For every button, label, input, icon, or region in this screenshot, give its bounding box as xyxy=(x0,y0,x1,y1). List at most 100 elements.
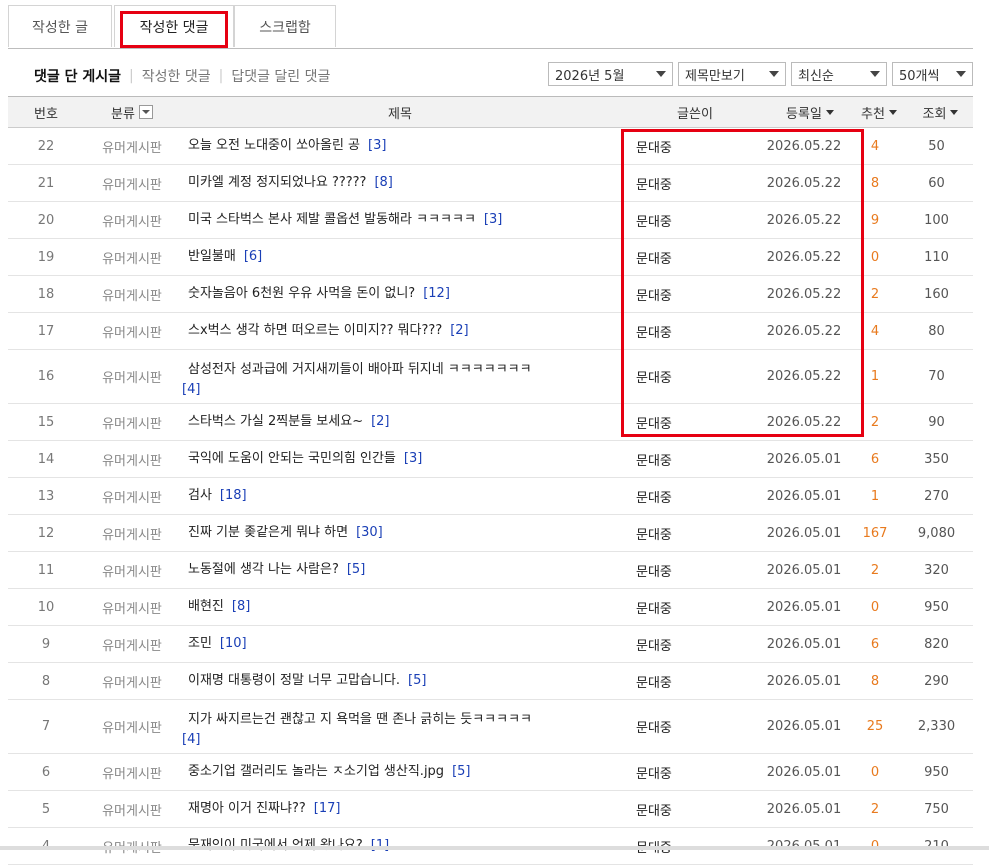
row-title-link[interactable]: 조민 [10] xyxy=(180,631,247,657)
row-author[interactable]: 문대중 xyxy=(636,552,736,588)
row-title-link[interactable]: 숫자놀음아 6천원 우유 사먹을 돈이 없니? [12] xyxy=(180,281,450,307)
comment-count[interactable]: [3] xyxy=(368,138,386,153)
comment-count[interactable]: [8] xyxy=(374,175,392,190)
comment-count[interactable]: [8] xyxy=(232,599,250,614)
month-select[interactable]: 2026년 5월 xyxy=(548,62,673,86)
row-title-link[interactable]: 스x벅스 생각 하면 떠오르는 이미지?? 뭐다??? [2] xyxy=(180,318,469,344)
row-category[interactable]: 유머게시판 xyxy=(84,276,180,312)
col-views[interactable]: 조회 xyxy=(908,97,973,127)
row-category[interactable]: 유머게시판 xyxy=(84,663,180,699)
row-author[interactable]: 문대중 xyxy=(636,276,736,312)
row-title-link[interactable]: 오늘 오전 노대중이 쏘아올린 공 [3] xyxy=(180,133,386,159)
comment-count[interactable]: [5] xyxy=(452,764,470,779)
row-category[interactable]: 유머게시판 xyxy=(84,754,180,790)
row-author[interactable]: 문대중 xyxy=(636,202,736,238)
row-title-link[interactable]: 지가 싸지르는건 괜찮고 지 욕먹을 땐 존나 긁히는 듯ㅋㅋㅋㅋㅋ [4] xyxy=(180,707,532,747)
row-category[interactable]: 유머게시판 xyxy=(84,350,180,403)
row-author[interactable]: 문대중 xyxy=(636,165,736,201)
table-row[interactable]: 15 유머게시판 스타벅스 가실 2찍분들 보세요~ [2] 문대중 2026.05.22… xyxy=(8,404,973,441)
row-title-link[interactable]: 진짜 기분 좆같은게 뭐냐 하면 [30] xyxy=(180,520,383,546)
row-author[interactable]: 문대중 xyxy=(636,515,736,551)
table-row[interactable]: 11 유머게시판 노동절에 생각 나는 사람은? [5] 문대중 2026.05.01 2 3… xyxy=(8,552,973,589)
row-author[interactable]: 문대중 xyxy=(636,313,736,349)
row-title-link[interactable]: 미국 스타벅스 본사 제발 콜옵션 발동해라 ㅋㅋㅋㅋㅋ [3] xyxy=(180,207,502,233)
table-row[interactable]: 12 유머게시판 진짜 기분 좆같은게 뭐냐 하면 [30] 문대중 2026.05.01… xyxy=(8,515,973,552)
table-row[interactable]: 13 유머게시판 검사 [18] 문대중 2026.05.01 1 270 xyxy=(8,478,973,515)
row-title-link[interactable]: 국익에 도움이 안되는 국민의힘 인간들 [3] xyxy=(180,446,422,472)
row-title-link[interactable]: 배현진 [8] xyxy=(180,594,250,620)
row-category[interactable]: 유머게시판 xyxy=(84,791,180,827)
table-row[interactable]: 21 유머게시판 미카엘 계정 정지되었나요 ????? [8] 문대중 2026.05.… xyxy=(8,165,973,202)
table-row[interactable]: 7 유머게시판 지가 싸지르는건 괜찮고 지 욕먹을 땐 존나 긁히는 듯ㅋㅋㅋㅋㅋ… xyxy=(8,700,973,754)
row-category[interactable]: 유머게시판 xyxy=(84,404,180,440)
table-row[interactable]: 19 유머게시판 반일불매 [6] 문대중 2026.05.22 0 110 xyxy=(8,239,973,276)
row-category[interactable]: 유머게시판 xyxy=(84,626,180,662)
row-category[interactable]: 유머게시판 xyxy=(84,478,180,514)
comment-count[interactable]: [10] xyxy=(220,636,247,651)
comment-count[interactable]: [3] xyxy=(404,451,422,466)
table-row[interactable]: 20 유머게시판 미국 스타벅스 본사 제발 콜옵션 발동해라 ㅋㅋㅋㅋㅋ [3] 문대… xyxy=(8,202,973,239)
row-author[interactable]: 문대중 xyxy=(636,350,736,403)
filter-dropdown-icon[interactable] xyxy=(138,105,153,119)
subnav-my-comments[interactable]: 작성한 댓글 xyxy=(142,66,211,86)
row-category[interactable]: 유머게시판 xyxy=(84,515,180,551)
subnav-replied-comments[interactable]: 답댓글 달린 댓글 xyxy=(231,66,330,86)
comment-count[interactable]: [6] xyxy=(244,249,262,264)
table-row[interactable]: 18 유머게시판 숫자놀음아 6천원 우유 사먹을 돈이 없니? [12] 문대중 202… xyxy=(8,276,973,313)
comment-count[interactable]: [5] xyxy=(408,673,426,688)
table-row[interactable]: 9 유머게시판 조민 [10] 문대중 2026.05.01 6 820 xyxy=(8,626,973,663)
comment-count[interactable]: [4] xyxy=(182,732,532,747)
table-row[interactable]: 6 유머게시판 중소기업 갤러리도 놀라는 ㅈ소기업 생산직.jpg [5] 문대중 20… xyxy=(8,754,973,791)
row-author[interactable]: 문대중 xyxy=(636,404,736,440)
comment-count[interactable]: [30] xyxy=(356,525,383,540)
row-title-link[interactable]: 노동절에 생각 나는 사람은? [5] xyxy=(180,557,365,583)
row-author[interactable]: 문대중 xyxy=(636,663,736,699)
comment-count[interactable]: [2] xyxy=(450,323,468,338)
row-author[interactable]: 문대중 xyxy=(636,128,736,164)
sort-select[interactable]: 최신순 xyxy=(791,62,887,86)
row-category[interactable]: 유머게시판 xyxy=(84,700,180,753)
row-category[interactable]: 유머게시판 xyxy=(84,313,180,349)
row-category[interactable]: 유머게시판 xyxy=(84,589,180,625)
row-title-link[interactable]: 반일불매 [6] xyxy=(180,244,262,270)
row-author[interactable]: 문대중 xyxy=(636,791,736,827)
row-author[interactable]: 문대중 xyxy=(636,441,736,477)
row-author[interactable]: 문대중 xyxy=(636,754,736,790)
table-row[interactable]: 14 유머게시판 국익에 도움이 안되는 국민의힘 인간들 [3] 문대중 2026.05… xyxy=(8,441,973,478)
comment-count[interactable]: [17] xyxy=(314,801,341,816)
row-category[interactable]: 유머게시판 xyxy=(84,165,180,201)
row-title-link[interactable]: 스타벅스 가실 2찍분들 보세요~ [2] xyxy=(180,409,390,435)
table-row[interactable]: 8 유머게시판 이재명 대통령이 정말 너무 고맙습니다. [5] 문대중 2026.05… xyxy=(8,663,973,700)
col-recommend[interactable]: 추천 xyxy=(850,97,908,127)
row-category[interactable]: 유머게시판 xyxy=(84,552,180,588)
table-row[interactable]: 22 유머게시판 오늘 오전 노대중이 쏘아올린 공 [3] 문대중 2026.05.22… xyxy=(8,128,973,165)
row-category[interactable]: 유머게시판 xyxy=(84,128,180,164)
comment-count[interactable]: [5] xyxy=(347,562,365,577)
comment-count[interactable]: [4] xyxy=(182,382,532,397)
row-author[interactable]: 문대중 xyxy=(636,700,736,753)
col-date[interactable]: 등록일 xyxy=(770,97,850,127)
table-row[interactable]: 10 유머게시판 배현진 [8] 문대중 2026.05.01 0 950 xyxy=(8,589,973,626)
subnav-commented-posts[interactable]: 댓글 단 게시글 xyxy=(34,66,121,86)
comment-count[interactable]: [3] xyxy=(484,212,502,227)
comment-count[interactable]: [12] xyxy=(423,286,450,301)
row-title-link[interactable]: 검사 [18] xyxy=(180,483,247,509)
row-title-link[interactable]: 미카엘 계정 정지되었나요 ????? [8] xyxy=(180,170,393,196)
view-mode-select[interactable]: 제목만보기 xyxy=(678,62,786,86)
row-title-link[interactable]: 삼성전자 성과급에 거지새끼들이 배아파 뒤지네 ㅋㅋㅋㅋㅋㅋㅋ [4] xyxy=(180,357,532,397)
table-row[interactable]: 17 유머게시판 스x벅스 생각 하면 떠오르는 이미지?? 뭐다??? [2] 문대중… xyxy=(8,313,973,350)
row-author[interactable]: 문대중 xyxy=(636,239,736,275)
row-title-link[interactable]: 중소기업 갤러리도 놀라는 ㅈ소기업 생산직.jpg [5] xyxy=(180,759,470,785)
row-author[interactable]: 문대중 xyxy=(636,626,736,662)
tab-my-comments[interactable]: 작성한 댓글 xyxy=(114,5,234,48)
row-title-link[interactable]: 이재명 대통령이 정말 너무 고맙습니다. [5] xyxy=(180,668,426,694)
table-row[interactable]: 5 유머게시판 재명아 이거 진짜냐?? [17] 문대중 2026.05.01 2 750 xyxy=(8,791,973,828)
table-row[interactable]: 16 유머게시판 삼성전자 성과급에 거지새끼들이 배아파 뒤지네 ㅋㅋㅋㅋㅋㅋㅋ [… xyxy=(8,350,973,404)
row-title-link[interactable]: 재명아 이거 진짜냐?? [17] xyxy=(180,796,340,822)
row-category[interactable]: 유머게시판 xyxy=(84,202,180,238)
col-category[interactable]: 분류 xyxy=(84,97,180,127)
row-author[interactable]: 문대중 xyxy=(636,478,736,514)
tab-my-posts[interactable]: 작성한 글 xyxy=(8,5,112,47)
comment-count[interactable]: [18] xyxy=(220,488,247,503)
row-category[interactable]: 유머게시판 xyxy=(84,441,180,477)
